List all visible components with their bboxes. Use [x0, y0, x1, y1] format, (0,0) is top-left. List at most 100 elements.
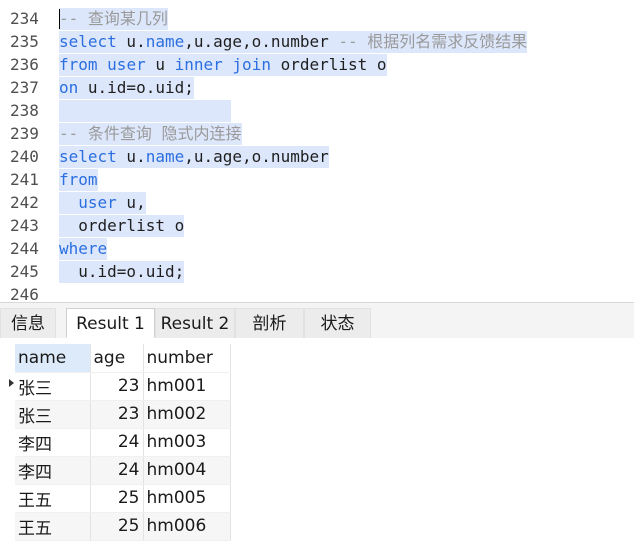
- code-token: u,: [116, 193, 146, 212]
- editor-line[interactable]: 234 -- 查询某几列: [0, 7, 634, 30]
- tab-result-1[interactable]: Result 1: [66, 308, 155, 338]
- code-token: u.id=o.uid;: [78, 78, 194, 97]
- current-row-indicator-icon: [9, 379, 14, 387]
- editor-line[interactable]: 237 on u.id=o.uid;: [0, 76, 634, 99]
- keyword-token: name: [145, 32, 185, 51]
- editor-line[interactable]: 243 orderlist o: [0, 214, 634, 237]
- code-token: u.id=o.uid;: [59, 262, 185, 281]
- keyword-token: select: [59, 32, 117, 51]
- line-number: 237: [10, 78, 39, 97]
- code-text[interactable]: u.id=o.uid;: [59, 261, 185, 283]
- editor-line[interactable]: 246: [0, 283, 634, 302]
- column-header-age[interactable]: age: [90, 344, 144, 373]
- code-text[interactable]: where: [59, 238, 108, 260]
- line-number: 243: [10, 216, 39, 235]
- editor-line[interactable]: 242 user u,: [0, 191, 634, 214]
- editor-line[interactable]: 241 from: [0, 168, 634, 191]
- line-number: 246: [10, 285, 39, 302]
- line-number: 238: [10, 101, 39, 120]
- cell-number[interactable]: hm005: [143, 484, 231, 513]
- tab-info[interactable]: 信息: [0, 308, 56, 338]
- editor-line[interactable]: 236 from user u inner join orderlist o: [0, 53, 634, 76]
- tab-profile[interactable]: 剖析: [235, 308, 304, 338]
- editor-line[interactable]: 239 -- 条件查询 隐式内连接: [0, 122, 634, 145]
- cell-name[interactable]: 张三: [15, 400, 91, 429]
- text-cursor: [59, 9, 60, 29]
- column-header-name[interactable]: name: [15, 344, 91, 373]
- code-text[interactable]: user u,: [59, 192, 146, 214]
- code-text[interactable]: from user u inner join orderlist o: [59, 54, 387, 76]
- keyword-token: from: [59, 170, 98, 189]
- result-grid[interactable]: name age number 张三 23 hm001 张三 23 hm002 …: [0, 338, 634, 547]
- line-number: 242: [10, 193, 39, 212]
- tab-result-2[interactable]: Result 2: [155, 308, 235, 338]
- keyword-token: select: [59, 147, 117, 166]
- table-row[interactable]: 王五 25 hm005: [15, 484, 231, 513]
- code-text[interactable]: -- 查询某几列: [59, 8, 168, 30]
- cell-age[interactable]: 25: [90, 512, 144, 541]
- table-row[interactable]: 王五 25 hm006: [15, 512, 231, 541]
- code-token: u.: [116, 147, 146, 166]
- keyword-token: name: [145, 147, 185, 166]
- line-number: 240: [10, 147, 39, 166]
- line-number: 234: [10, 9, 39, 28]
- code-text[interactable]: select u.name,u.age,o.number: [59, 146, 329, 168]
- editor-line[interactable]: 240 select u.name,u.age,o.number: [0, 145, 634, 168]
- keyword-token: inner: [174, 55, 223, 74]
- code-token: ,u.age,o.number: [184, 32, 339, 51]
- comment-token: -- 查询某几列: [59, 9, 168, 28]
- code-text[interactable]: [59, 100, 231, 122]
- code-text[interactable]: from: [59, 169, 98, 191]
- cell-number[interactable]: hm003: [143, 428, 231, 457]
- table-row[interactable]: 张三 23 hm002: [15, 400, 231, 429]
- code-token: u: [145, 55, 175, 74]
- code-text[interactable]: orderlist o: [59, 215, 185, 237]
- cell-age[interactable]: 23: [90, 400, 144, 429]
- code-token: orderlist o: [270, 55, 387, 74]
- keyword-token: where: [59, 239, 108, 258]
- cell-name[interactable]: 王五: [15, 512, 91, 541]
- cell-name[interactable]: 李四: [15, 456, 91, 485]
- cell-age[interactable]: 24: [90, 428, 144, 457]
- editor-line[interactable]: 235 select u.name,u.age,o.number -- 根据列名需…: [0, 30, 634, 53]
- line-number: 239: [10, 124, 39, 143]
- line-number: 235: [10, 32, 39, 51]
- editor-line[interactable]: 245 u.id=o.uid;: [0, 260, 634, 283]
- keyword-token: on: [59, 78, 79, 97]
- code-text[interactable]: on u.id=o.uid;: [59, 77, 194, 99]
- line-number: 245: [10, 262, 39, 281]
- line-number: 244: [10, 239, 39, 258]
- table-row[interactable]: 李四 24 hm003: [15, 428, 231, 457]
- editor-line[interactable]: 238: [0, 99, 634, 122]
- keyword-token: user: [107, 55, 146, 74]
- code-token: u.: [116, 32, 146, 51]
- cell-number[interactable]: hm002: [143, 400, 231, 429]
- comment-token: -- 根据列名需求反馈结果: [338, 32, 528, 51]
- cell-name[interactable]: 王五: [15, 484, 91, 513]
- cell-number[interactable]: hm006: [143, 512, 231, 541]
- code-token: ,u.age,o.number: [184, 147, 329, 166]
- line-number: 241: [10, 170, 39, 189]
- code-text[interactable]: -- 条件查询 隐式内连接: [59, 123, 242, 145]
- code-text[interactable]: select u.name,u.age,o.number -- 根据列名需求反馈…: [59, 31, 528, 53]
- table-header-row: name age number: [15, 344, 231, 373]
- editor-line[interactable]: 244 where: [0, 237, 634, 260]
- comment-token: -- 条件查询 隐式内连接: [59, 124, 242, 143]
- result-table[interactable]: name age number 张三 23 hm001 张三 23 hm002 …: [15, 344, 231, 541]
- cell-name[interactable]: 张三: [15, 372, 91, 401]
- table-row[interactable]: 李四 24 hm004: [15, 456, 231, 485]
- tab-status[interactable]: 状态: [304, 308, 371, 338]
- cell-age[interactable]: 25: [90, 484, 144, 513]
- column-header-number[interactable]: number: [143, 344, 231, 373]
- cell-number[interactable]: hm001: [143, 372, 231, 401]
- result-tab-bar: 信息 Result 1 Result 2 剖析 状态: [0, 302, 634, 339]
- cell-age[interactable]: 24: [90, 456, 144, 485]
- table-row[interactable]: 张三 23 hm001: [15, 372, 231, 401]
- cell-age[interactable]: 23: [90, 372, 144, 401]
- cell-number[interactable]: hm004: [143, 456, 231, 485]
- cell-name[interactable]: 李四: [15, 428, 91, 457]
- keyword-token: user: [78, 193, 117, 212]
- sql-editor[interactable]: 234 -- 查询某几列 235 select u.name,u.age,o.numb…: [0, 0, 634, 302]
